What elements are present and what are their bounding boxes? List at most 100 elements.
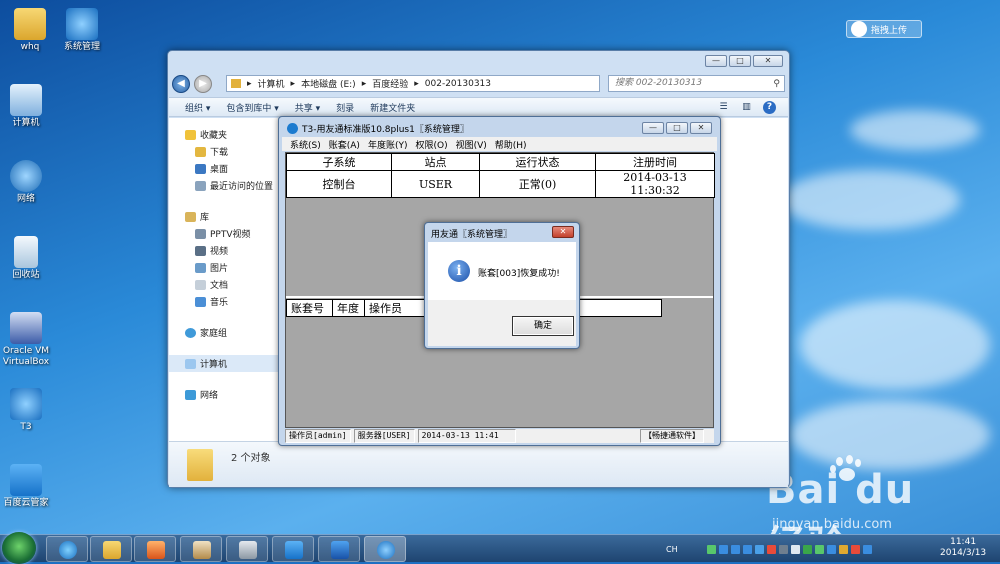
sidebar-computer[interactable]: 计算机: [169, 355, 278, 372]
volume-icon[interactable]: [790, 544, 800, 554]
column-header: 账套号: [286, 299, 333, 317]
tray-icon[interactable]: [862, 544, 872, 554]
sidebar-network[interactable]: 网络: [169, 386, 278, 403]
share-button[interactable]: 共享 ▾: [295, 101, 320, 114]
sidebar-item-recent[interactable]: 最近访问的位置: [169, 177, 278, 194]
taskbar-explorer[interactable]: [90, 536, 132, 562]
tray-icon[interactable]: [838, 544, 848, 554]
preview-pane-icon[interactable]: ▥: [740, 101, 753, 114]
back-button[interactable]: ◀: [172, 75, 190, 93]
sidebar-favorites[interactable]: 收藏夹: [169, 126, 278, 143]
t3-app-icon: [287, 123, 298, 134]
baidu-cloud-icon: [10, 464, 42, 496]
minimize-button[interactable]: —: [642, 122, 664, 134]
menu-system[interactable]: 系统(S): [290, 138, 321, 151]
organize-button[interactable]: 组织 ▾: [185, 101, 210, 114]
desktop-icon-whq[interactable]: whq: [0, 8, 60, 53]
taskbar-baidu-cloud[interactable]: [272, 536, 314, 562]
system-tray: CH: [666, 535, 872, 563]
tray-icon[interactable]: [718, 544, 728, 554]
tray-icon[interactable]: [742, 544, 752, 554]
taskbar-paint[interactable]: [180, 536, 222, 562]
network-globe-icon: [10, 160, 42, 192]
desktop-icon-recycle-bin[interactable]: 回收站: [0, 236, 56, 281]
documents-icon: [195, 279, 206, 290]
folder-icon: [187, 448, 213, 481]
tray-icon[interactable]: [766, 544, 776, 554]
breadcrumb-separator: ▸: [361, 78, 367, 89]
help-icon[interactable]: ?: [763, 101, 776, 114]
desktop-icon-network[interactable]: 网络: [0, 160, 56, 205]
menu-account[interactable]: 账套(A): [329, 138, 360, 151]
t3-app-icon: [66, 8, 98, 40]
sidebar-item-videos[interactable]: 视频: [169, 242, 278, 259]
close-button[interactable]: ✕: [753, 55, 783, 67]
minimize-button[interactable]: —: [705, 55, 727, 67]
sidebar-item-downloads[interactable]: 下载: [169, 143, 278, 160]
clock[interactable]: 11:41 2014/3/13: [940, 537, 986, 559]
desktop-icon: [195, 163, 206, 174]
burn-button[interactable]: 刻录: [336, 101, 354, 114]
ok-button[interactable]: 确定: [512, 316, 574, 336]
menu-help[interactable]: 帮助(H): [495, 138, 527, 151]
address-bar[interactable]: ▸ 计算机 ▸ 本地磁盘 (E:) ▸ 百度经验 ▸ 002-20130313: [226, 75, 600, 92]
table-cell: USER: [391, 170, 480, 198]
sidebar-item-pictures[interactable]: 图片: [169, 259, 278, 276]
sidebar-item-music[interactable]: 音乐: [169, 293, 278, 310]
dialog-close-button[interactable]: ✕: [552, 226, 574, 238]
tray-icon[interactable]: [826, 544, 836, 554]
breadcrumb-computer[interactable]: 计算机: [258, 77, 285, 90]
tray-icon[interactable]: [778, 544, 788, 554]
menu-view[interactable]: 视图(V): [456, 138, 487, 151]
search-icon: ⚲: [773, 79, 780, 89]
tray-icon[interactable]: [814, 544, 824, 554]
menu-annual-account[interactable]: 年度账(Y): [368, 138, 408, 151]
navigation-pane: 收藏夹 下载 桌面 最近访问的位置 库 PPTV视频 视频 图片 文档 音乐 家…: [169, 118, 279, 441]
menu-bar: 系统(S) 账套(A) 年度账(Y) 权限(O) 视图(V) 帮助(H): [282, 137, 717, 151]
menu-permission[interactable]: 权限(O): [415, 138, 447, 151]
tray-icon[interactable]: [802, 544, 812, 554]
window-controls: — □ ✕: [705, 55, 783, 67]
desktop-icon-baidu-cloud[interactable]: 百度云管家: [0, 464, 56, 509]
desktop-icon-system-manage[interactable]: 系统管理: [52, 8, 112, 53]
desktop-icon-virtualbox[interactable]: Oracle VM VirtualBox: [0, 312, 56, 368]
desktop-icon-t3[interactable]: T3: [0, 388, 56, 433]
new-folder-button[interactable]: 新建文件夹: [370, 101, 415, 114]
search-input[interactable]: 搜索 002-20130313 ⚲: [608, 75, 785, 92]
start-button[interactable]: [2, 532, 36, 564]
maximize-button[interactable]: □: [666, 122, 688, 134]
tray-icon[interactable]: [695, 545, 704, 554]
taskbar-ie[interactable]: [46, 536, 88, 562]
sidebar-libraries[interactable]: 库: [169, 208, 278, 225]
status-datetime: 2014-03-13 11:41: [417, 429, 516, 443]
breadcrumb-current[interactable]: 002-20130313: [425, 79, 491, 89]
include-library-button[interactable]: 包含到库中 ▾: [226, 101, 278, 114]
tray-icon[interactable]: [730, 544, 740, 554]
upload-button[interactable]: 拖拽上传: [846, 20, 922, 38]
column-header: 年度: [332, 299, 365, 317]
breadcrumb-separator: ▸: [414, 78, 419, 89]
tray-icon[interactable]: [706, 544, 716, 554]
shield-icon[interactable]: [754, 544, 764, 554]
sidebar-item-desktop[interactable]: 桌面: [169, 160, 278, 177]
navigation-bar: ◀ ▶ ▸ 计算机 ▸ 本地磁盘 (E:) ▸ 百度经验 ▸ 002-20130…: [172, 73, 785, 95]
breadcrumb-drive[interactable]: 本地磁盘 (E:): [301, 77, 356, 90]
maximize-button[interactable]: □: [729, 55, 751, 67]
taskbar-media-player[interactable]: [134, 536, 176, 562]
forward-button[interactable]: ▶: [194, 75, 212, 93]
taskbar-maxthon[interactable]: [318, 536, 360, 562]
taskbar-app[interactable]: [226, 536, 268, 562]
view-options-icon[interactable]: ☰: [717, 101, 730, 114]
breadcrumb-folder[interactable]: 百度经验: [372, 77, 408, 90]
language-indicator[interactable]: CH: [666, 545, 678, 554]
media-player-icon: [147, 541, 165, 559]
sidebar-homegroup[interactable]: 家庭组: [169, 324, 278, 341]
sidebar-item-documents[interactable]: 文档: [169, 276, 278, 293]
taskbar-t3[interactable]: [364, 536, 406, 562]
table-row[interactable]: 控制台 USER 正常(0) 2014-03-13 11:30:32: [286, 170, 715, 198]
close-button[interactable]: ✕: [690, 122, 712, 134]
tray-icon[interactable]: [850, 544, 860, 554]
desktop-icon-computer[interactable]: 计算机: [0, 84, 56, 129]
computer-icon: [10, 84, 42, 116]
sidebar-item-pptv[interactable]: PPTV视频: [169, 225, 278, 242]
